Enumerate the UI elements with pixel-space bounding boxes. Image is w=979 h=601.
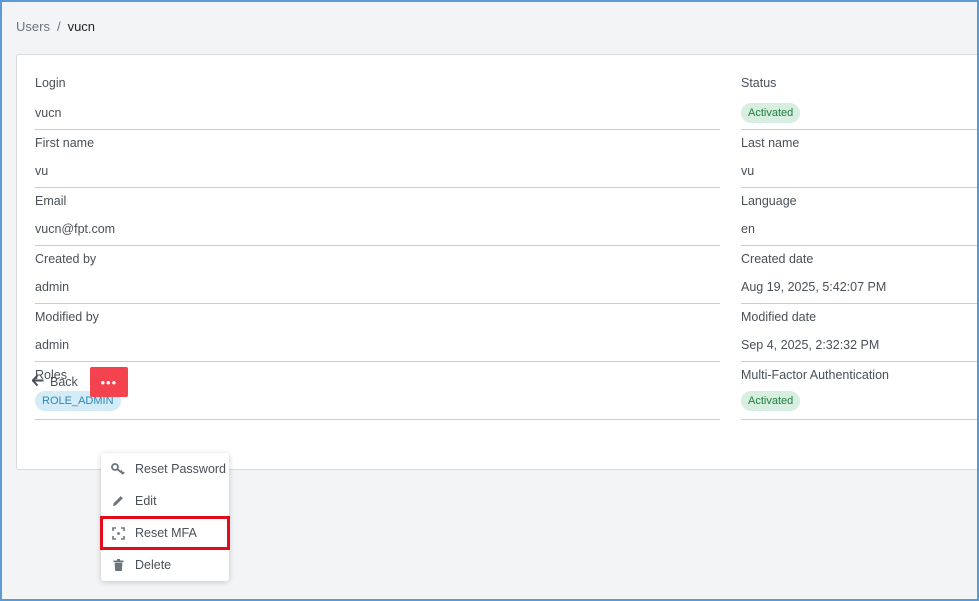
field-label: Email <box>35 194 67 208</box>
mfa-badge-wrap: Activated <box>741 391 801 411</box>
actions-dropdown-menu: Reset Password Edit Reset MFA Delete <box>100 453 230 581</box>
field-value: vucn <box>35 106 62 120</box>
field-value: Aug 19, 2025, 5:42:07 PM <box>741 280 887 294</box>
field-label: Created by <box>35 252 97 266</box>
field-first-name: First name vu <box>35 130 720 188</box>
field-label: Login <box>35 76 66 90</box>
trash-icon <box>101 559 135 571</box>
field-value: admin <box>35 338 70 352</box>
arrow-left-icon <box>31 374 44 389</box>
field-label: Status <box>741 76 777 90</box>
breadcrumb: Users / vucn <box>16 19 95 34</box>
field-value: admin <box>35 280 70 294</box>
status-badge-wrap: Activated <box>741 103 801 123</box>
field-modified-by: Modified by admin <box>35 304 720 362</box>
breadcrumb-separator: / <box>56 19 61 34</box>
menu-item-delete[interactable]: Delete <box>101 549 229 581</box>
field-status: Status Activated <box>741 55 979 130</box>
back-button[interactable]: Back <box>28 369 82 395</box>
menu-item-reset-password[interactable]: Reset Password <box>101 453 229 485</box>
field-value: vu <box>741 164 755 178</box>
field-email: Email vucn@fpt.com <box>35 188 720 246</box>
action-bar: Back ••• <box>28 367 128 397</box>
breadcrumb-current: vucn <box>67 19 96 34</box>
pencil-icon <box>101 495 135 507</box>
field-value: en <box>741 222 755 236</box>
menu-item-edit[interactable]: Edit <box>101 485 229 517</box>
menu-item-label: Edit <box>135 494 157 508</box>
field-modified-date: Modified date Sep 4, 2025, 2:32:32 PM <box>741 304 979 362</box>
field-label: Modified date <box>741 310 817 324</box>
field-label: Language <box>741 194 797 208</box>
mfa-status-badge: Activated <box>741 391 801 411</box>
user-detail-card: Login vucn First name vu Email vucn@fpt.… <box>16 54 979 470</box>
right-column: Status Activated Last name vu Language e… <box>741 55 979 420</box>
field-value: vucn@fpt.com <box>35 222 116 236</box>
menu-item-reset-mfa[interactable]: Reset MFA <box>100 516 230 550</box>
key-icon <box>101 463 135 475</box>
field-mfa: Multi-Factor Authentication Activated <box>741 362 979 420</box>
field-created-date: Created date Aug 19, 2025, 5:42:07 PM <box>741 246 979 304</box>
field-language: Language en <box>741 188 979 246</box>
back-label: Back <box>50 375 78 389</box>
field-label: Multi-Factor Authentication <box>741 368 889 382</box>
field-label: First name <box>35 136 95 150</box>
more-actions-button[interactable]: ••• <box>89 367 128 397</box>
field-label: Modified by <box>35 310 99 324</box>
reset-icon <box>101 526 135 540</box>
field-login: Login vucn <box>35 55 720 130</box>
field-label: Created date <box>741 252 814 266</box>
field-value: Sep 4, 2025, 2:32:32 PM <box>741 338 880 352</box>
status-badge: Activated <box>741 103 801 123</box>
ellipsis-icon: ••• <box>100 374 118 390</box>
field-roles: Roles ROLE_ADMIN <box>35 362 720 420</box>
field-created-by: Created by admin <box>35 246 720 304</box>
field-label: Last name <box>741 136 800 150</box>
menu-item-label: Delete <box>135 558 172 572</box>
field-value: vu <box>35 164 49 178</box>
breadcrumb-users-link[interactable]: Users <box>16 19 50 34</box>
field-last-name: Last name vu <box>741 130 979 188</box>
left-column: Login vucn First name vu Email vucn@fpt.… <box>35 55 720 420</box>
menu-item-label: Reset MFA <box>135 526 197 540</box>
menu-item-label: Reset Password <box>135 462 227 476</box>
